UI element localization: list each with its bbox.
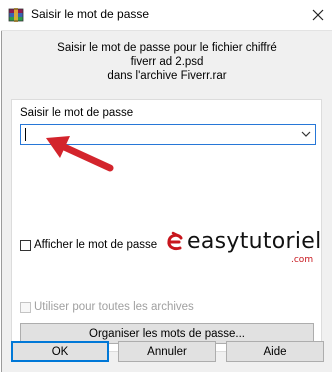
easytutoriel-logo-icon [167,231,183,251]
annotation-arrow-icon [46,136,114,172]
use-for-all-label: Utiliser pour toutes les archives [34,301,194,313]
use-for-all-row[interactable]: Utiliser pour toutes les archives [20,301,194,313]
show-password-label: Afficher le mot de passe [34,239,158,251]
title-bar[interactable]: Saisir le mot de passe [1,0,332,31]
close-button[interactable] [307,4,329,26]
show-password-checkbox[interactable] [20,239,31,251]
info-line-1: Saisir le mot de passe pour le fichier c… [57,42,277,54]
help-button[interactable]: Aide [226,341,324,362]
dialog-body: Saisir le mot de passe pour le fichier c… [2,31,332,372]
info-text: Saisir le mot de passe pour le fichier c… [2,41,332,83]
info-line-2: fiverr ad 2.psd [130,56,204,68]
text-caret [25,128,26,141]
ok-button[interactable]: OK [11,341,109,362]
winrar-icon [8,7,24,23]
use-for-all-checkbox[interactable] [20,301,31,313]
watermark-brand: easytutoriel [187,229,322,254]
close-icon [312,9,324,21]
watermark: easytutoriel .com [162,229,332,269]
info-line-3: dans l'archive Fiverr.rar [107,70,227,82]
chevron-down-icon[interactable] [300,128,312,140]
password-label: Saisir le mot de passe [20,107,134,119]
cancel-button[interactable]: Annuler [118,341,216,362]
show-password-row[interactable]: Afficher le mot de passe [20,239,157,251]
watermark-domain: .com [291,255,314,265]
window-title: Saisir le mot de passe [31,7,150,21]
password-dialog: Saisir le mot de passe Saisir le mot de … [0,0,332,373]
